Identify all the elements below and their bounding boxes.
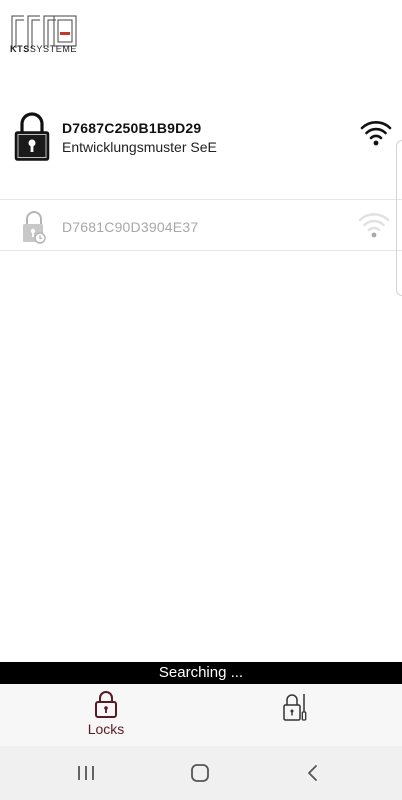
back-icon bbox=[308, 765, 317, 781]
padlock-icon bbox=[14, 112, 50, 161]
edge-panel-handle[interactable] bbox=[396, 140, 402, 296]
wifi-weak-icon bbox=[358, 213, 390, 238]
tab-locks-label: Locks bbox=[87, 721, 125, 737]
back-button[interactable] bbox=[292, 758, 332, 788]
app-header: KTSSYSTEME bbox=[0, 0, 402, 100]
lock-list-item[interactable]: D7687C250B1B9D29 Entwicklungsmuster SeE bbox=[0, 100, 402, 200]
wifi-strong-icon bbox=[360, 121, 392, 146]
home-button[interactable] bbox=[180, 758, 220, 788]
lock-list-item[interactable]: D7681C90D3904E37 bbox=[0, 200, 402, 251]
tab-lock-tools[interactable] bbox=[234, 684, 354, 746]
recents-icon bbox=[78, 766, 94, 780]
bottom-tab-bar: Locks bbox=[0, 684, 402, 746]
logo-wordmark: KTSSYSTEME bbox=[10, 44, 78, 54]
system-navigation-bar bbox=[0, 746, 402, 800]
padlock-update-icon bbox=[23, 211, 46, 244]
recents-button[interactable] bbox=[66, 758, 106, 788]
lock-icon bbox=[95, 691, 117, 718]
lock-id: D7687C250B1B9D29 bbox=[62, 120, 202, 136]
lock-id: D7681C90D3904E37 bbox=[62, 219, 199, 235]
lock-name: Entwicklungsmuster SeE bbox=[62, 139, 217, 155]
lock-tools-icon bbox=[283, 694, 307, 721]
home-icon bbox=[191, 764, 209, 782]
search-status-bar: Searching ... bbox=[0, 662, 402, 684]
tab-locks[interactable]: Locks bbox=[46, 684, 166, 746]
